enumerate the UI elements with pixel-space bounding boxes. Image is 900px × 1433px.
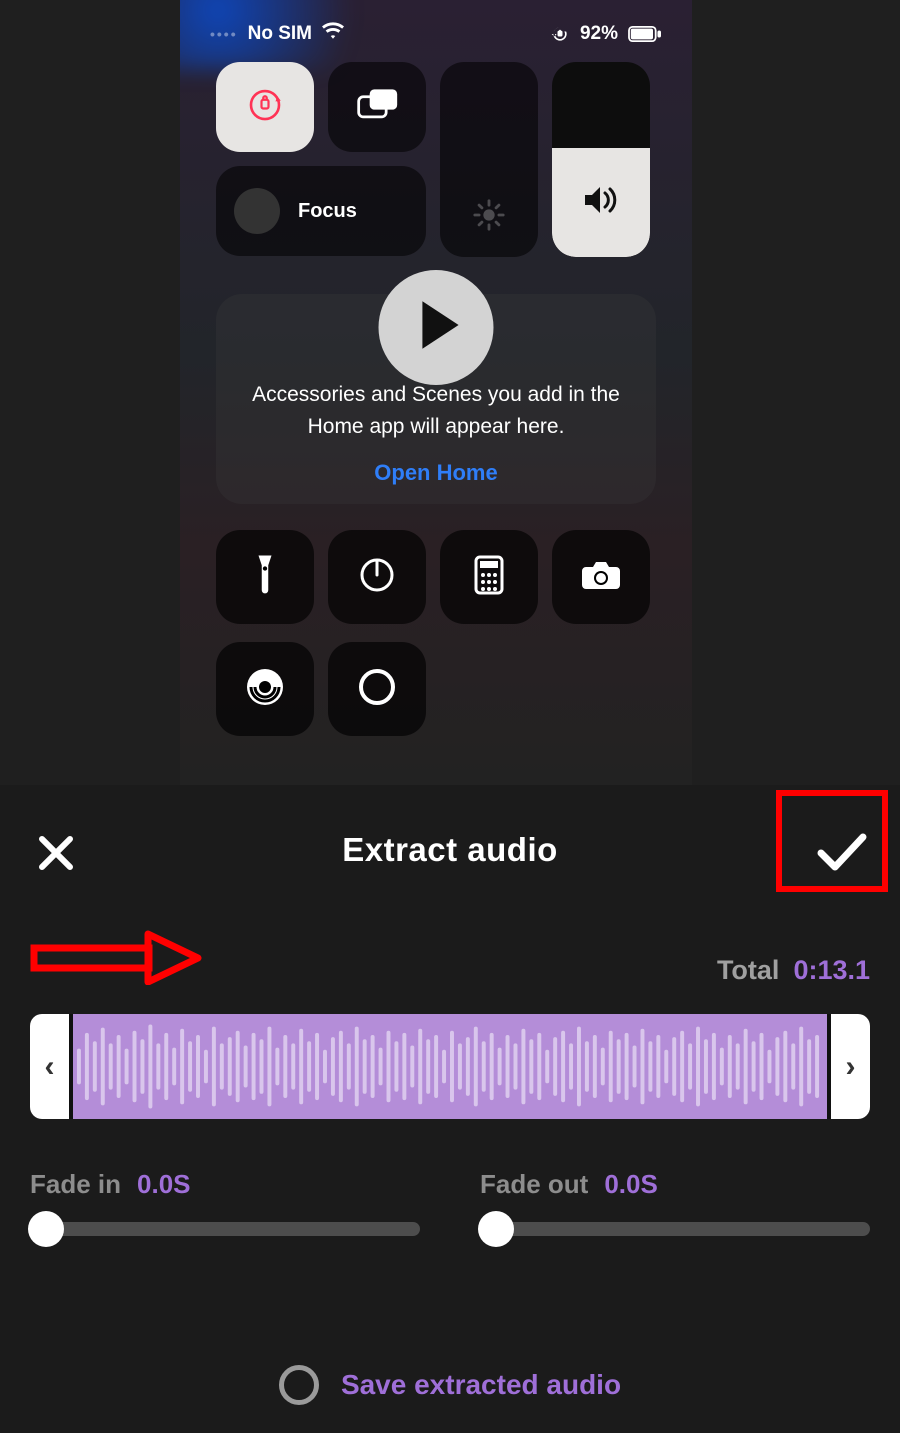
panel-title: Extract audio	[342, 831, 558, 869]
volume-icon	[581, 183, 621, 222]
orientation-lock-icon	[244, 84, 286, 131]
waveform[interactable]	[73, 1014, 827, 1119]
signal-dots-icon: ••••	[210, 26, 238, 42]
carrier-label: No SIM	[248, 23, 312, 45]
save-extracted-row[interactable]: Save extracted audio	[0, 1365, 900, 1405]
flashlight-icon	[252, 553, 278, 602]
fade-in-slider[interactable]	[30, 1222, 420, 1236]
home-message: Accessories and Scenes you add in the Ho…	[246, 379, 626, 442]
fade-out-label: Fade out	[480, 1169, 588, 1200]
brightness-tile[interactable]	[440, 62, 538, 257]
status-bar: •••• No SIM 92%	[180, 22, 692, 46]
volume-tile[interactable]	[552, 62, 650, 257]
fade-controls: Fade in 0.0S Fade out 0.0S	[30, 1169, 870, 1236]
fade-in-control: Fade in 0.0S	[30, 1169, 420, 1236]
orientation-lock-tile[interactable]	[216, 62, 314, 152]
total-time: 0:13.1	[793, 955, 870, 986]
fade-in-label: Fade in	[30, 1169, 121, 1200]
play-button[interactable]	[379, 270, 494, 385]
status-left: •••• No SIM	[210, 22, 344, 46]
confirm-button[interactable]	[810, 823, 874, 887]
total-line: Total 0:13.1	[30, 955, 870, 986]
camera-tile[interactable]	[552, 530, 650, 624]
total-label: Total	[717, 955, 780, 986]
save-label: Save extracted audio	[341, 1369, 621, 1401]
fade-out-control: Fade out 0.0S	[480, 1169, 870, 1236]
close-button[interactable]	[24, 823, 88, 887]
flashlight-tile[interactable]	[216, 530, 314, 624]
focus-tile[interactable]: Focus	[216, 166, 426, 256]
airdrop-icon	[243, 665, 287, 714]
calculator-tile[interactable]	[440, 530, 538, 624]
fade-in-value: 0.0S	[137, 1169, 191, 1200]
orientation-lock-status-icon	[550, 24, 570, 44]
wifi-icon	[322, 22, 344, 46]
trim-handle-left[interactable]: ‹	[30, 1014, 73, 1119]
brightness-icon	[472, 198, 506, 237]
fade-out-slider[interactable]	[480, 1222, 870, 1236]
camera-icon	[580, 559, 622, 596]
trim-handle-right[interactable]: ›	[827, 1014, 870, 1119]
play-icon	[409, 299, 463, 356]
calculator-icon	[474, 555, 504, 600]
battery-percent: 92%	[580, 23, 618, 45]
timer-tile[interactable]	[328, 530, 426, 624]
check-icon	[815, 831, 869, 880]
record-icon	[355, 665, 399, 714]
open-home-link[interactable]: Open Home	[374, 460, 497, 486]
extract-audio-panel: Extract audio Total 0:13.1 ‹	[0, 785, 900, 1433]
audio-trim-control[interactable]: ‹	[30, 1014, 870, 1119]
save-radio[interactable]	[279, 1365, 319, 1405]
panel-header: Extract audio	[30, 815, 870, 885]
focus-label: Focus	[298, 200, 357, 223]
close-icon	[36, 833, 76, 878]
battery-icon	[628, 26, 662, 42]
fade-out-thumb[interactable]	[478, 1211, 514, 1247]
fade-in-thumb[interactable]	[28, 1211, 64, 1247]
screen-record-tile[interactable]	[328, 642, 426, 736]
airdrop-tile[interactable]	[216, 642, 314, 736]
moon-icon	[234, 188, 280, 234]
status-right: 92%	[550, 23, 662, 45]
screen-mirror-icon	[355, 87, 399, 128]
timer-icon	[357, 555, 397, 600]
fade-out-value: 0.0S	[604, 1169, 658, 1200]
screen-mirror-tile[interactable]	[328, 62, 426, 152]
video-preview: •••• No SIM 92%	[180, 0, 692, 785]
